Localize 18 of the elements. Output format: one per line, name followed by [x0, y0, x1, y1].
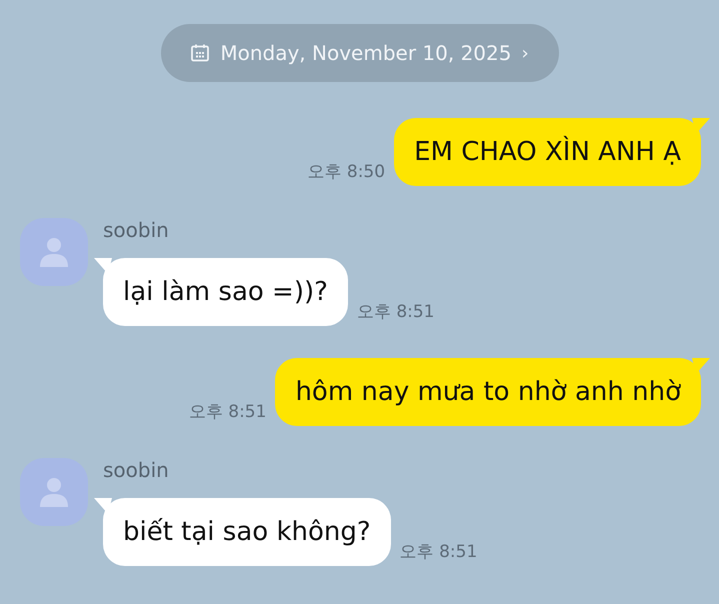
- message-time: 오후 8:51: [356, 300, 435, 324]
- sender-name: soobin: [103, 458, 170, 482]
- bubble-tail: [94, 498, 112, 514]
- sender-name: soobin: [103, 218, 170, 242]
- bubble-tail: [692, 118, 710, 134]
- date-label: Monday, November 10, 2025: [220, 40, 512, 67]
- message-time: 오후 8:51: [188, 400, 266, 424]
- bubble-tail: [692, 358, 710, 374]
- person-icon: [38, 237, 70, 267]
- message-time: 오후 8:51: [400, 540, 478, 564]
- chevron-icon: ›: [521, 40, 529, 66]
- calendar-icon: [190, 43, 210, 63]
- avatar[interactable]: [20, 458, 88, 526]
- person-icon: [38, 477, 70, 507]
- avatar[interactable]: [20, 218, 88, 286]
- message-time: 오후 8:50: [307, 160, 386, 184]
- date-pill[interactable]: Monday, November 10, 2025 ›: [160, 24, 558, 82]
- bubble-tail: [94, 258, 112, 274]
